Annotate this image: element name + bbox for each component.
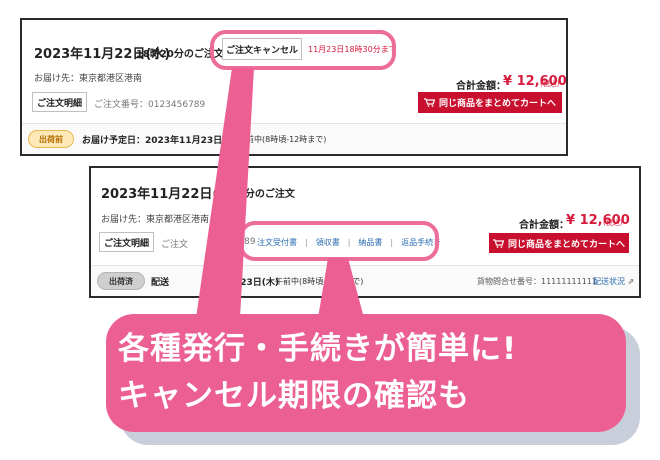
order-date: 2023年11月22日(水) bbox=[101, 187, 238, 202]
status-badge: 出荷済 bbox=[97, 272, 145, 290]
cart-button-label: 同じ商品をまとめてカートへ bbox=[507, 239, 625, 250]
delivery-time: 午前中(8時頃-12時まで) bbox=[275, 277, 364, 286]
order-time: 20分のご注文 bbox=[231, 189, 295, 200]
cart-button-label: 同じ商品をまとめてカートへ bbox=[438, 99, 556, 109]
callout-line-2: キャンセル期限の確認も bbox=[118, 378, 470, 414]
order-detail-button[interactable]: ご注文明細 bbox=[32, 92, 87, 112]
tax-label: (税込) bbox=[603, 219, 623, 227]
order-detail-button[interactable]: ご注文明細 bbox=[99, 232, 154, 252]
cart-icon bbox=[492, 238, 504, 248]
highlight-links-area bbox=[239, 221, 439, 261]
cart-icon bbox=[423, 98, 435, 107]
order-footer: 出荷済 配送 1月23日(木) 午前中(8時頃-12時まで) 貨物問合せ番号：1… bbox=[91, 265, 639, 296]
shipping-address: お届け先：東京都港区港南 bbox=[101, 215, 210, 225]
shipping-address: お届け先：東京都港区港南 bbox=[34, 74, 143, 84]
order-number: ご注文 bbox=[161, 240, 189, 250]
highlight-cancel-area bbox=[210, 30, 396, 70]
status-badge: 出荷前 bbox=[28, 130, 74, 148]
delivery-date: お届け予定日：2023年11月23日(木) bbox=[82, 136, 240, 146]
tracking-number: 貨物問合せ番号：11111111111 bbox=[477, 277, 597, 286]
tracking-status-label: 配送状況 bbox=[593, 277, 625, 286]
external-link-icon: ⇗ bbox=[625, 277, 635, 286]
callout-line-1: 各種発行・手続きが簡単に! bbox=[118, 331, 518, 367]
total-label: 合計金額： bbox=[456, 81, 506, 92]
delivery-time: 前中(8時頃-12時まで) bbox=[246, 135, 327, 144]
tax-label: (税込) bbox=[540, 80, 560, 88]
add-to-cart-button[interactable]: 同じ商品をまとめてカートへ bbox=[489, 233, 629, 253]
add-to-cart-button[interactable]: 同じ商品をまとめてカートへ bbox=[418, 92, 562, 113]
delivery-date: 1月23日(木) bbox=[225, 278, 280, 288]
order-footer: 出荷前 お届け予定日：2023年11月23日(木) 前中(8時頃-12時まで) bbox=[22, 123, 566, 154]
callout-text: 各種発行・手続きが簡単に! キャンセル期限の確認も bbox=[118, 326, 618, 420]
order-number: ご注文番号：0123456789 bbox=[94, 100, 206, 110]
delivery-prefix: 配送 bbox=[151, 278, 170, 288]
total-label: 合計金額： bbox=[519, 220, 569, 231]
tracking-status-link[interactable]: 配送状況 ⇗ bbox=[593, 276, 634, 287]
